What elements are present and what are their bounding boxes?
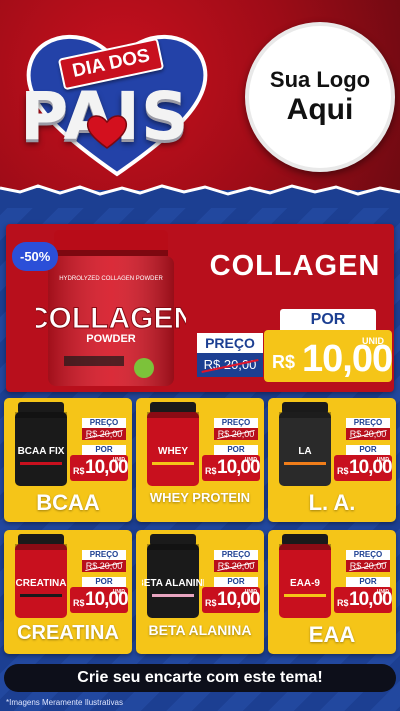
tub-accent bbox=[284, 462, 326, 465]
hero-por-label: POR bbox=[280, 309, 376, 331]
product-card[interactable]: BCAA FIX PREÇO R$ 20,00 POR R$ 10,00 UNI… bbox=[4, 398, 132, 522]
product-tub-image: BETA ALANINE bbox=[142, 534, 204, 618]
tub-accent bbox=[152, 594, 194, 597]
old-price: R$ 20,00 bbox=[82, 428, 126, 440]
product-card[interactable]: LA PREÇO R$ 20,00 POR R$ 10,00 UNID L. A… bbox=[268, 398, 396, 522]
preco-label: PREÇO bbox=[214, 550, 258, 560]
collagen-tub-image: HYDROLYZED COLLAGEN POWDER COLLAGEN POWD… bbox=[36, 230, 186, 386]
hero-currency: R$ bbox=[272, 352, 296, 372]
product-name: BCAA bbox=[36, 490, 100, 515]
product-card[interactable]: WHEY PREÇO R$ 20,00 POR R$ 10,00 UNID WH… bbox=[136, 398, 264, 522]
currency: R$ bbox=[73, 598, 85, 608]
preco-label: PREÇO bbox=[82, 550, 126, 560]
preco-label: PREÇO bbox=[214, 418, 258, 428]
por-label: POR bbox=[214, 577, 258, 587]
tub-accent bbox=[20, 594, 62, 597]
product-name: BETA ALANINA bbox=[148, 622, 252, 638]
old-price: R$ 20,00 bbox=[82, 560, 126, 572]
por-label: POR bbox=[82, 445, 126, 455]
product-name: EAA bbox=[308, 622, 356, 647]
product-tub-image: WHEY bbox=[147, 402, 199, 486]
currency: R$ bbox=[205, 466, 217, 476]
product-card[interactable]: CREATINA PREÇO R$ 20,00 POR R$ 10,00 UNI… bbox=[4, 530, 132, 654]
currency: R$ bbox=[205, 598, 217, 608]
logo-text-line2: Aqui bbox=[286, 93, 354, 126]
tub-label: BETA ALANINE bbox=[142, 578, 204, 589]
old-price: R$ 20,00 bbox=[214, 560, 258, 572]
new-price-box: R$ 10,00 UNID bbox=[202, 455, 261, 481]
tub-label: EAA-9 bbox=[290, 578, 320, 589]
logo-placeholder[interactable]: Sua Logo Aqui bbox=[245, 22, 395, 172]
unit-label: UNID bbox=[376, 457, 389, 463]
new-price-box: R$ 10,00 UNID bbox=[334, 455, 393, 481]
red-heart-icon bbox=[86, 115, 128, 149]
por-label: POR bbox=[214, 445, 258, 455]
por-label: POR bbox=[82, 577, 126, 587]
product-tub-image: LA bbox=[279, 402, 331, 486]
product-name: L. A. bbox=[308, 490, 356, 515]
header-banner: DIA DOS PAIS Sua Logo Aqui bbox=[0, 0, 400, 190]
currency: R$ bbox=[337, 466, 349, 476]
product-tub-image: EAA-9 bbox=[279, 534, 331, 618]
product-name: WHEY PROTEIN bbox=[149, 490, 251, 505]
hero-old-price-box: PREÇO R$ 20,00 bbox=[197, 333, 263, 383]
currency: R$ bbox=[73, 466, 85, 476]
tub-label: LA bbox=[298, 446, 311, 457]
preco-label: PREÇO bbox=[346, 550, 390, 560]
tub-label: BCAA FIX bbox=[18, 446, 65, 457]
tub-subtitle: HYDROLYZED COLLAGEN POWDER bbox=[59, 276, 163, 282]
tub-label: CREATINA bbox=[16, 578, 67, 589]
tub-accent bbox=[152, 462, 194, 465]
new-price-box: R$ 10,00 UNID bbox=[70, 587, 129, 613]
cta-banner[interactable]: Crie seu encarte com este tema! bbox=[4, 664, 396, 692]
hero-product-name: COLLAGEN bbox=[209, 250, 381, 282]
unit-label: UNID bbox=[112, 457, 125, 463]
product-card[interactable]: EAA-9 PREÇO R$ 20,00 POR R$ 10,00 UNID E… bbox=[268, 530, 396, 654]
old-price: R$ 20,00 bbox=[346, 428, 390, 440]
product-card[interactable]: BETA ALANINE PREÇO R$ 20,00 POR R$ 10,00… bbox=[136, 530, 264, 654]
disclaimer-text: *Imagens Meramente Ilustrativas bbox=[6, 698, 123, 707]
discount-badge: -50% bbox=[12, 242, 59, 271]
unit-label: UNID bbox=[244, 589, 257, 595]
por-label: POR bbox=[346, 445, 390, 455]
tub-title: COLLAGEN bbox=[36, 302, 186, 335]
tub-accent bbox=[20, 462, 62, 465]
product-tub-image: BCAA FIX bbox=[15, 402, 67, 486]
unit-label: UNID bbox=[112, 589, 125, 595]
tub-label: WHEY bbox=[158, 446, 188, 457]
tub-powder: POWDER bbox=[86, 333, 136, 345]
hero-preco-label: PREÇO bbox=[197, 333, 263, 353]
unit-label: UNID bbox=[244, 457, 257, 463]
unit-label: UNID bbox=[376, 589, 389, 595]
currency: R$ bbox=[337, 598, 349, 608]
product-name: CREATINA bbox=[17, 622, 119, 644]
por-label: POR bbox=[346, 577, 390, 587]
preco-label: PREÇO bbox=[346, 418, 390, 428]
hero-new-price-box: R$ 10,00 UNID bbox=[264, 330, 393, 382]
new-price-box: R$ 10,00 UNID bbox=[70, 455, 129, 481]
product-tub-image: CREATINA bbox=[15, 534, 67, 618]
old-price: R$ 20,00 bbox=[214, 428, 258, 440]
new-price-box: R$ 10,00 UNID bbox=[202, 587, 261, 613]
logo-text-line1: Sua Logo bbox=[269, 67, 371, 92]
new-price-box: R$ 10,00 UNID bbox=[334, 587, 393, 613]
torn-paper-divider bbox=[0, 184, 400, 208]
tub-accent bbox=[284, 594, 326, 597]
hero-old-price-row: R$ 20,00 bbox=[197, 353, 263, 377]
preco-label: PREÇO bbox=[82, 418, 126, 428]
old-price: R$ 20,00 bbox=[346, 560, 390, 572]
hero-unit-label: UNID bbox=[362, 336, 384, 346]
